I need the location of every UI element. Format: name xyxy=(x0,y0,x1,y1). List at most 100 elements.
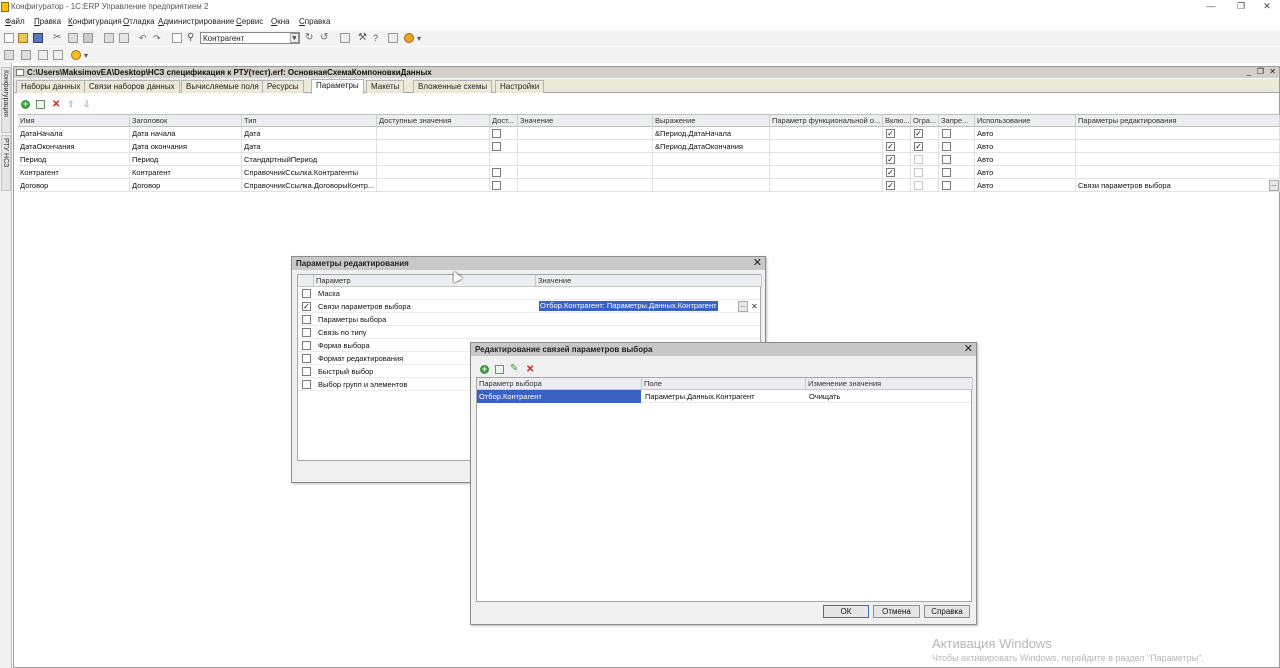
restrict-checkbox[interactable]: ✓ xyxy=(914,129,923,138)
doc-restore-button[interactable]: ❐ xyxy=(1257,67,1264,76)
cell-type[interactable]: Дата xyxy=(242,127,377,140)
cell-usage[interactable]: Авто xyxy=(975,166,1076,179)
menu-file[interactable]: Файл xyxy=(5,17,25,26)
paste-icon[interactable] xyxy=(83,33,93,43)
cell-value[interactable] xyxy=(518,166,653,179)
forbid-checkbox[interactable] xyxy=(942,155,951,164)
copy-row-icon[interactable] xyxy=(36,100,45,109)
param-checkbox[interactable] xyxy=(302,315,311,324)
ellipsis-button[interactable]: ... xyxy=(1269,180,1279,191)
clear-icon[interactable]: ✕ xyxy=(751,300,758,313)
search-combo[interactable]: Контрагент ▼ xyxy=(200,32,300,44)
cell-name[interactable]: Договор xyxy=(18,179,130,192)
cell-name[interactable]: ДатаНачала xyxy=(18,127,130,140)
cell-available-values[interactable] xyxy=(377,153,490,166)
include-checkbox[interactable]: ✓ xyxy=(886,142,895,151)
close-icon[interactable]: ✕ xyxy=(964,343,973,355)
list-item[interactable]: Маска xyxy=(298,287,760,300)
ok-button[interactable]: ОК xyxy=(823,605,869,618)
side-tab-rtu[interactable]: РТУ НСЗ xyxy=(1,135,11,191)
tab-resources[interactable]: Ресурсы xyxy=(262,80,304,93)
cell-available-values[interactable] xyxy=(377,179,490,192)
cell-functional-option[interactable] xyxy=(770,127,883,140)
available-only-checkbox[interactable] xyxy=(492,168,501,177)
include-checkbox[interactable]: ✓ xyxy=(886,181,895,190)
add-icon[interactable]: + xyxy=(21,100,30,109)
cell-expression[interactable] xyxy=(653,153,770,166)
move-up-icon[interactable]: ⇧ xyxy=(67,100,75,109)
param-checkbox[interactable]: ✓ xyxy=(302,302,311,311)
find-back-icon[interactable]: ↺ xyxy=(320,33,330,43)
cell-name[interactable]: Контрагент xyxy=(18,166,130,179)
restrict-checkbox[interactable] xyxy=(914,181,923,190)
cell-title[interactable]: Контрагент xyxy=(130,166,242,179)
cell-title[interactable]: Договор xyxy=(130,179,242,192)
table-row[interactable]: ДатаНачала Дата начала Дата &Период.ДатаНач… xyxy=(18,127,1280,140)
col-avail-only[interactable]: Дост... xyxy=(490,115,518,127)
col-name[interactable]: Имя xyxy=(18,115,130,127)
close-window-button[interactable]: ✕ xyxy=(1252,0,1280,14)
menu-help[interactable]: Справка xyxy=(299,17,330,26)
cell-name[interactable]: ДатаОкончания xyxy=(18,140,130,153)
list-item[interactable]: Параметры выбора xyxy=(298,313,760,326)
find-in-window-icon[interactable] xyxy=(172,33,182,43)
menu-administration[interactable]: Администрирование xyxy=(158,17,234,26)
links-col-field[interactable]: Поле xyxy=(642,378,806,390)
minimize-button[interactable]: — xyxy=(1196,0,1226,14)
cell-edit-params[interactable] xyxy=(1076,127,1280,140)
col-value[interactable]: Значение xyxy=(518,115,653,127)
tab-nested-schemas[interactable]: Вложенные схемы xyxy=(413,80,493,93)
forbid-checkbox[interactable] xyxy=(942,142,951,151)
menu-windows[interactable]: Окна xyxy=(271,17,290,26)
list-item[interactable]: ✓ Связи параметров выбора Отбор.Контрагент… xyxy=(298,300,760,313)
table-row[interactable]: Договор Договор СправочникСсылка.ДоговорыК… xyxy=(18,179,1280,192)
param-value[interactable] xyxy=(538,313,758,326)
config-tree-icon[interactable] xyxy=(4,50,14,60)
compare-icon[interactable] xyxy=(21,50,31,60)
cell-functional-option[interactable] xyxy=(770,140,883,153)
param-checkbox[interactable] xyxy=(302,341,311,350)
debug-start-icon[interactable] xyxy=(71,50,81,60)
properties-icon[interactable] xyxy=(53,50,63,60)
cut-icon[interactable]: ✂ xyxy=(53,33,63,43)
available-only-checkbox[interactable] xyxy=(492,142,501,151)
restrict-checkbox[interactable] xyxy=(914,168,923,177)
edit-params-col-value[interactable]: Значение xyxy=(536,275,762,287)
col-edit-params[interactable]: Параметры редактирования xyxy=(1076,115,1280,127)
doc-minimize-button[interactable]: _ xyxy=(1247,67,1251,76)
side-tab-configuration[interactable]: Конфигурация xyxy=(1,67,11,133)
table-row[interactable]: Отбор.Контрагент Параметры.Данных.Контраг… xyxy=(477,390,971,403)
forbid-checkbox[interactable] xyxy=(942,181,951,190)
info-icon[interactable] xyxy=(404,33,414,43)
cell-available-values[interactable] xyxy=(377,140,490,153)
search-icon[interactable]: ⚲ xyxy=(187,33,197,43)
cell-usage[interactable]: Авто xyxy=(975,153,1076,166)
available-only-checkbox[interactable] xyxy=(492,129,501,138)
col-available-values[interactable]: Доступные значения xyxy=(377,115,490,127)
new-document-icon[interactable] xyxy=(4,33,14,43)
param-checkbox[interactable] xyxy=(302,354,311,363)
restrict-checkbox[interactable]: ✓ xyxy=(914,142,923,151)
open-folder-icon[interactable] xyxy=(18,33,28,43)
cell-name[interactable]: Период xyxy=(18,153,130,166)
tab-parameters[interactable]: Параметры xyxy=(311,79,364,94)
doc-close-button[interactable]: ✕ xyxy=(1269,67,1276,76)
param-value[interactable] xyxy=(538,287,758,300)
toolbar-more-icon[interactable]: ▾ xyxy=(417,33,427,43)
col-include[interactable]: Вклю... xyxy=(883,115,911,127)
window-list-icon[interactable] xyxy=(340,33,350,43)
cell-usage[interactable]: Авто xyxy=(975,179,1076,192)
param-checkbox[interactable] xyxy=(302,380,311,389)
cell-usage[interactable]: Авто xyxy=(975,140,1076,153)
edit-params-col-param[interactable]: Параметр xyxy=(314,275,536,287)
tools-icon[interactable]: ⚒ xyxy=(358,33,368,43)
include-checkbox[interactable]: ✓ xyxy=(886,155,895,164)
cell-type[interactable]: СправочникСсылка.Контрагенты xyxy=(242,166,377,179)
col-title[interactable]: Заголовок xyxy=(130,115,242,127)
col-functional-option[interactable]: Параметр функциональной о... xyxy=(770,115,883,127)
menu-configuration[interactable]: Конфигурация xyxy=(68,17,122,26)
redo-icon[interactable]: ↷ xyxy=(153,33,163,43)
cell-value[interactable] xyxy=(518,140,653,153)
param-value[interactable]: Отбор.Контрагент: Параметры.Данных.Контр… xyxy=(539,301,718,311)
param-checkbox[interactable] xyxy=(302,328,311,337)
